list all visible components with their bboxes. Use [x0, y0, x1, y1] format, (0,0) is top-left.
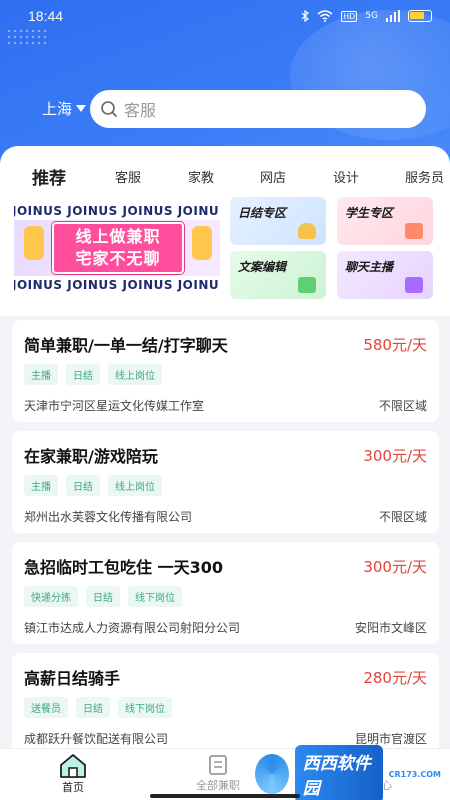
watermark-logo-icon	[255, 754, 289, 794]
job-region: 不限区域	[378, 510, 427, 524]
book-icon	[405, 223, 423, 239]
city-selector[interactable]: 上海	[42, 98, 87, 119]
job-tags: 主播 日结 线上岗位	[24, 475, 162, 496]
tab-recommend[interactable]: 推荐	[32, 164, 66, 189]
job-tag: 送餐员	[24, 697, 68, 718]
home-icon	[60, 754, 86, 778]
job-company: 郑州出水芙蓉文化传播有限公司	[24, 510, 193, 524]
job-tag: 快递分拣	[24, 586, 78, 607]
thumbs-up-icon	[24, 226, 44, 260]
signal-icon	[386, 10, 400, 22]
job-region: 不限区域	[378, 399, 427, 413]
tile-label: 文案编辑	[238, 260, 287, 274]
banner-line1: 线上做兼职	[75, 227, 161, 246]
wifi-icon	[317, 10, 333, 22]
tile-daily-pay[interactable]: 日结专区	[230, 197, 326, 245]
job-company: 成都跃升餐饮配送有限公司	[24, 732, 169, 746]
banner-line2: 宅家不无聊	[75, 249, 161, 268]
tab-design[interactable]: 设计	[333, 167, 359, 186]
job-tag: 线上岗位	[108, 475, 162, 496]
hd-badge: HD	[341, 10, 358, 22]
site-watermark: 西西软件园 CR173.COM	[255, 745, 441, 800]
job-tag: 线下岗位	[118, 697, 172, 718]
trophy-icon	[298, 223, 316, 239]
job-pay: 580元/天	[363, 336, 427, 354]
tile-label: 学生专区	[345, 206, 394, 220]
tile-chat-host[interactable]: 聊天主播	[337, 251, 433, 299]
document-icon	[298, 277, 316, 293]
job-company: 镇江市达成人力资源有限公司射阳分公司	[24, 621, 241, 635]
job-card[interactable]: 急招临时工包吃住 一天300 300元/天 快递分拣 日结 线下岗位 镇江市达成…	[12, 542, 439, 644]
tile-student[interactable]: 学生专区	[337, 197, 433, 245]
battery-icon	[408, 10, 432, 22]
job-tag: 主播	[24, 475, 58, 496]
watermark-text: 西西软件园	[294, 745, 383, 800]
thumbs-up-icon	[192, 226, 212, 260]
tab-customer-service[interactable]: 客服	[115, 167, 141, 186]
banner-headline: 线上做兼职 宅家不无聊	[52, 222, 184, 274]
video-camera-icon	[405, 277, 423, 293]
job-title: 急招临时工包吃住 一天300	[24, 558, 223, 577]
job-card[interactable]: 简单兼职/一单一结/打字聊天 580元/天 主播 日结 线上岗位 天津市宁河区星…	[12, 320, 439, 422]
job-tag: 线下岗位	[128, 586, 182, 607]
tab-waiter[interactable]: 服务员	[405, 167, 444, 186]
search-placeholder: 客服	[124, 101, 157, 120]
search-icon	[101, 101, 118, 118]
job-tags: 送餐员 日结 线下岗位	[24, 697, 172, 718]
job-company: 天津市宁河区星运文化传媒工作室	[24, 399, 205, 413]
nav-parttime-label: 全部兼职	[196, 779, 240, 792]
bluetooth-icon	[301, 10, 310, 22]
job-title: 简单兼职/一单一结/打字聊天	[24, 336, 228, 355]
banner-text-bottom: JOINUS JOINUS JOINUS JOINUS	[14, 278, 220, 292]
job-pay: 300元/天	[363, 558, 427, 576]
search-bar[interactable]: 客服	[90, 90, 426, 128]
job-tag: 日结	[86, 586, 120, 607]
nav-home-label: 首页	[62, 781, 84, 794]
job-title: 高薪日结骑手	[24, 669, 121, 688]
status-time: 18:44	[28, 8, 64, 24]
status-bar: 18:44 HD 5G	[0, 0, 450, 32]
job-pay: 300元/天	[363, 447, 427, 465]
job-card[interactable]: 在家兼职/游戏陪玩 300元/天 主播 日结 线上岗位 郑州出水芙蓉文化传播有限…	[12, 431, 439, 533]
job-tag: 日结	[66, 475, 100, 496]
job-tag: 日结	[76, 697, 110, 718]
job-tags: 主播 日结 线上岗位	[24, 364, 162, 385]
nav-home[interactable]: 首页	[58, 753, 88, 795]
job-tag: 主播	[24, 364, 58, 385]
job-tag: 线上岗位	[108, 364, 162, 385]
status-icons: HD 5G	[301, 10, 432, 22]
nav-all-parttime[interactable]: 全部兼职	[196, 753, 240, 793]
tab-online-shop[interactable]: 网店	[260, 167, 286, 186]
tile-copywriting[interactable]: 文案编辑	[230, 251, 326, 299]
job-tags: 快递分拣 日结 线下岗位	[24, 586, 182, 607]
job-region: 安阳市文峰区	[354, 621, 427, 635]
city-label: 上海	[42, 100, 73, 118]
watermark-sub: CR173.COM	[388, 769, 441, 779]
caret-down-icon	[76, 105, 87, 112]
job-pay: 280元/天	[363, 669, 427, 687]
home-indicator	[150, 794, 300, 798]
category-tabs: 推荐 客服 家教 网店 设计 服务员	[0, 157, 450, 193]
tile-label: 聊天主播	[345, 260, 394, 274]
list-icon	[209, 755, 227, 775]
job-card[interactable]: 高薪日结骑手 280元/天 送餐员 日结 线下岗位 成都跃升餐饮配送有限公司 昆…	[12, 653, 439, 755]
promo-banner[interactable]: JOINUS JOINUS JOINUS JOINUS JOINUS JOINU…	[14, 196, 220, 300]
job-title: 在家兼职/游戏陪玩	[24, 447, 158, 466]
network-label: 5G	[365, 11, 378, 21]
tile-label: 日结专区	[238, 206, 287, 220]
banner-text-top: JOINUS JOINUS JOINUS JOINUS	[14, 204, 220, 218]
tab-tutor[interactable]: 家教	[188, 167, 214, 186]
job-tag: 日结	[66, 364, 100, 385]
